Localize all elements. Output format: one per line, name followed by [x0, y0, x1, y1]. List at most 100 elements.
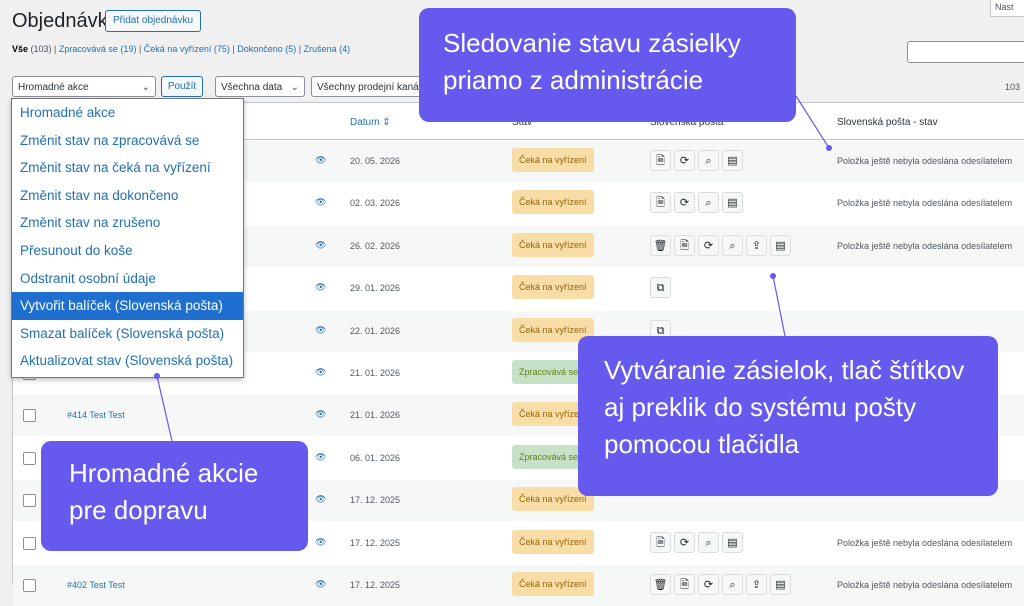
view-pending[interactable]: Čeká na vyřízení (75) — [144, 44, 230, 54]
row-checkbox[interactable] — [23, 409, 36, 423]
row-checkbox[interactable] — [23, 494, 36, 508]
screen-options-tab[interactable]: Nast — [990, 0, 1024, 17]
eye-icon[interactable]: 👁 — [315, 240, 326, 251]
bulk-menu-item[interactable]: Změnit stav na dokončeno — [12, 182, 243, 210]
bulk-menu-item[interactable]: Hromadné akce — [12, 99, 243, 127]
row-checkbox[interactable] — [23, 451, 36, 465]
post-status-text: Položka ještě nebyla odeslána odesílatel… — [837, 240, 1013, 251]
chevron-down-icon: ⌄ — [290, 82, 299, 93]
row-checkbox[interactable] — [23, 579, 36, 592]
add-order-button[interactable]: Přidat objednávku — [105, 10, 202, 32]
label-icon[interactable]: 🗎 — [650, 192, 671, 214]
items-count: 103 — [1005, 82, 1021, 92]
eye-icon[interactable]: 👁 — [315, 325, 326, 336]
status-badge: Čeká na vyřízení — [512, 232, 594, 257]
upload-icon[interactable]: ⇪ — [746, 574, 767, 595]
post-actions: 🗎 ⟳ ⌕ ▤ — [650, 150, 743, 171]
callout-create: Vytváranie zásielok, tlač štítkov aj pre… — [578, 336, 998, 496]
upload-icon[interactable]: ⇪ — [746, 234, 767, 256]
bulk-menu-item[interactable]: Vytvořit balíček (Slovenská pošta) — [12, 292, 243, 320]
post-actions: 🗎 ⟳ ⌕ ▤ — [650, 531, 743, 553]
search-input[interactable] — [907, 41, 1024, 63]
refresh-icon[interactable]: ⟳ — [674, 192, 695, 214]
eye-icon[interactable]: 👁 — [315, 537, 326, 548]
eye-icon[interactable]: 👁 — [315, 155, 326, 166]
bulk-action-value: Hromadné akce — [18, 82, 89, 93]
bulk-menu-item[interactable]: Smazat balíček (Slovenská pošta) — [12, 320, 243, 348]
order-date: 06. 01. 2026 — [350, 452, 401, 463]
status-badge: Čeká na vyřízení — [512, 148, 594, 172]
date-filter-select[interactable]: Všechna data ⌄ — [215, 76, 305, 97]
order-date: 22. 01. 2026 — [350, 325, 401, 336]
post-status-text: Položka ještě nebyla odeslána odesílatel… — [837, 156, 1013, 166]
view-completed[interactable]: Dokončeno (5) — [237, 44, 296, 54]
callout-tracking: Sledovanie stavu zásielky priamo z admin… — [419, 8, 796, 122]
bulk-menu-item[interactable]: Změnit stav na čeká na vyřízení — [12, 154, 243, 182]
label-icon[interactable]: 🗎 — [674, 574, 695, 595]
column-date[interactable]: Datum ⇕ — [350, 117, 391, 128]
doc-icon[interactable]: ▤ — [722, 531, 743, 553]
search-icon[interactable]: ⌕ — [698, 531, 719, 553]
callout-dot — [154, 373, 160, 379]
order-date: 29. 01. 2026 — [350, 283, 401, 294]
doc-icon[interactable]: ▤ — [770, 574, 791, 595]
bulk-menu-item[interactable]: Odstranit osobní údaje — [12, 265, 243, 293]
sort-icon: ⇕ — [382, 117, 391, 128]
eye-icon[interactable]: 👁 — [315, 282, 326, 293]
label-icon[interactable]: 🗎 — [674, 234, 695, 256]
eye-icon[interactable]: 👁 — [315, 452, 326, 463]
eye-icon[interactable]: 👁 — [315, 579, 326, 590]
bulk-menu-item[interactable]: Přesunout do koše — [12, 237, 243, 265]
bulk-menu-item[interactable]: Změnit stav na zrušeno — [12, 209, 243, 237]
eye-icon[interactable]: 👁 — [315, 409, 326, 420]
view-cancelled[interactable]: Zrušena (4) — [304, 44, 351, 54]
bulk-menu-item[interactable]: Změnit stav na zpracovává se — [12, 127, 243, 155]
trash-icon[interactable]: 🗑 — [650, 234, 671, 256]
bulk-action-select[interactable]: Hromadné akce ⌄ — [12, 76, 156, 97]
doc-icon[interactable]: ▤ — [770, 234, 791, 256]
date-filter-value: Všechna data — [221, 82, 283, 93]
search-icon[interactable]: ⌕ — [722, 234, 743, 256]
status-views: Vše (103) | Zpracovává se (19) | Čeká na… — [12, 44, 351, 54]
order-date: 21. 01. 2026 — [350, 410, 401, 421]
callout-dot — [826, 145, 832, 151]
eye-icon[interactable]: 👁 — [315, 367, 326, 378]
external-icon[interactable]: ⧉ — [650, 277, 671, 299]
page-title: Objednávky — [12, 10, 118, 32]
order-date: 17. 12. 2025 — [350, 580, 401, 590]
view-processing[interactable]: Zpracovává se (19) — [59, 44, 137, 54]
order-date: 20. 05. 2026 — [350, 156, 401, 166]
search-icon[interactable]: ⌕ — [698, 150, 719, 171]
search-icon[interactable]: ⌕ — [722, 574, 743, 595]
post-actions: 🗑 🗎 ⟳ ⌕ ⇪ ▤ — [650, 574, 791, 595]
trash-icon[interactable]: 🗑 — [650, 574, 671, 595]
doc-icon[interactable]: ▤ — [722, 150, 743, 171]
order-link[interactable]: #402 Test Test — [67, 580, 125, 590]
row-checkbox[interactable] — [23, 536, 36, 550]
post-status-text: Položka ještě nebyla odeslána odesílatel… — [837, 198, 1013, 209]
status-badge: Čeká na vyřízení — [512, 190, 594, 215]
callout-bulk: Hromadné akcie pre dopravu — [41, 441, 308, 551]
status-badge: Čeká na vyřízení — [512, 529, 594, 554]
post-status-text: Položka ještě nebyla odeslána odesílatel… — [837, 580, 1013, 590]
order-date: 21. 01. 2026 — [350, 368, 401, 378]
order-date: 26. 02. 2026 — [350, 240, 401, 251]
eye-icon[interactable]: 👁 — [315, 494, 326, 505]
order-link[interactable]: #414 Test Test — [67, 410, 125, 420]
label-icon[interactable]: 🗎 — [650, 150, 671, 171]
refresh-icon[interactable]: ⟳ — [698, 234, 719, 256]
order-date: 17. 12. 2025 — [350, 537, 401, 548]
channel-filter-select[interactable]: Všechny prodejní kanál — [311, 76, 423, 97]
bulk-menu-item[interactable]: Aktualizovat stav (Slovenská pošta) — [12, 347, 243, 375]
view-all[interactable]: Vše (103) — [12, 44, 52, 54]
refresh-icon[interactable]: ⟳ — [674, 150, 695, 171]
doc-icon[interactable]: ▤ — [722, 192, 743, 214]
eye-icon[interactable]: 👁 — [315, 197, 326, 208]
status-badge: Zpracovává se — [512, 444, 586, 469]
apply-button[interactable]: Použít — [161, 76, 203, 97]
refresh-icon[interactable]: ⟳ — [674, 531, 695, 553]
order-date: 17. 12. 2025 — [350, 495, 401, 506]
label-icon[interactable]: 🗎 — [650, 531, 671, 553]
search-icon[interactable]: ⌕ — [698, 192, 719, 214]
refresh-icon[interactable]: ⟳ — [698, 574, 719, 595]
